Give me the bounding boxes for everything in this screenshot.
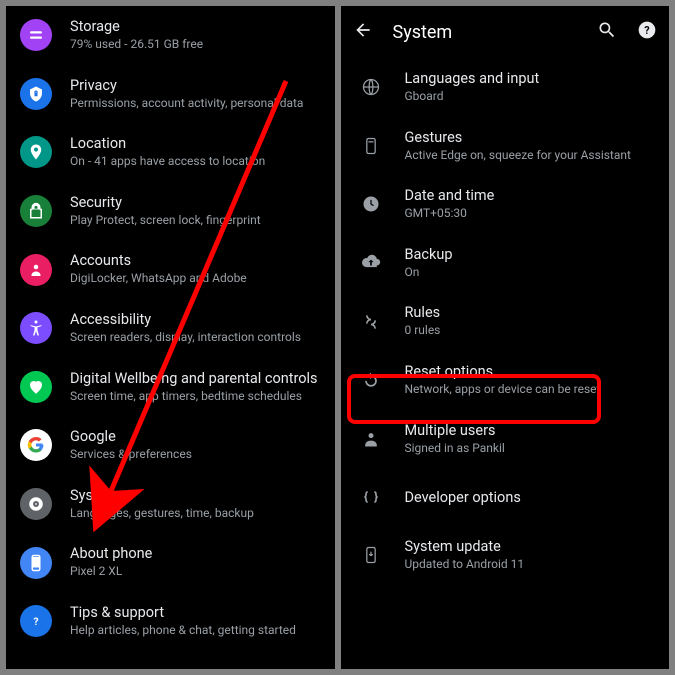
item-sub: Screen time, app timers, bedtime schedul… xyxy=(70,389,318,405)
backup-icon xyxy=(355,253,387,273)
item-title: About phone xyxy=(70,545,152,562)
settings-item-about[interactable]: About phone Pixel 2 XL xyxy=(6,533,335,592)
help-icon: ? xyxy=(20,605,52,637)
settings-item-privacy[interactable]: Privacy Permissions, account activity, p… xyxy=(6,65,335,124)
reset-icon xyxy=(355,370,387,390)
system-item-datetime[interactable]: Date and time GMT+05:30 xyxy=(341,175,670,234)
item-sub: Play Protect, screen lock, fingerprint xyxy=(70,213,261,229)
item-title: Accounts xyxy=(70,252,247,269)
item-sub: Updated to Android 11 xyxy=(405,557,525,573)
accounts-icon xyxy=(20,254,52,286)
item-title: Digital Wellbeing and parental controls xyxy=(70,370,318,387)
developer-icon xyxy=(355,487,387,507)
item-sub: 0 rules xyxy=(405,323,441,339)
clock-icon xyxy=(355,194,387,214)
item-title: Google xyxy=(70,428,192,445)
system-item-gestures[interactable]: Gestures Active Edge on, squeeze for you… xyxy=(341,117,670,176)
search-button[interactable] xyxy=(597,20,617,44)
language-icon xyxy=(355,77,387,97)
settings-item-tips[interactable]: ? Tips & support Help articles, phone & … xyxy=(6,592,335,651)
item-sub: Gboard xyxy=(405,89,540,105)
item-sub: 79% used - 26.51 GB free xyxy=(70,37,203,53)
item-title: Backup xyxy=(405,246,453,263)
back-button[interactable] xyxy=(353,20,373,44)
about-phone-icon xyxy=(20,547,52,579)
storage-icon xyxy=(20,19,52,51)
item-title: Location xyxy=(70,135,265,152)
item-title: Security xyxy=(70,194,261,211)
system-item-backup[interactable]: Backup On xyxy=(341,234,670,293)
item-sub: On - 41 apps have access to location xyxy=(70,154,265,170)
item-sub: Pixel 2 XL xyxy=(70,564,152,580)
item-sub: Services & preferences xyxy=(70,447,192,463)
location-icon xyxy=(20,136,52,168)
page-title: System xyxy=(393,22,453,43)
svg-text:?: ? xyxy=(33,615,38,628)
system-item-rules[interactable]: Rules 0 rules xyxy=(341,292,670,351)
item-sub: DigiLocker, WhatsApp and Adobe xyxy=(70,271,247,287)
item-title: Languages and input xyxy=(405,70,540,87)
system-item-reset[interactable]: Reset options Network, apps or device ca… xyxy=(341,351,670,410)
settings-item-storage[interactable]: Storage 79% used - 26.51 GB free xyxy=(6,6,335,65)
item-title: Rules xyxy=(405,304,441,321)
item-sub: Active Edge on, squeeze for your Assista… xyxy=(405,148,631,164)
rules-icon xyxy=(355,312,387,332)
item-title: Privacy xyxy=(70,77,303,94)
settings-item-security[interactable]: Security Play Protect, screen lock, fing… xyxy=(6,182,335,241)
system-panel: System ? Languages and input Gboard xyxy=(341,6,670,669)
item-sub: GMT+05:30 xyxy=(405,206,495,222)
svg-text:?: ? xyxy=(644,24,649,37)
item-title: Reset options xyxy=(405,363,601,380)
security-icon xyxy=(20,195,52,227)
settings-item-system[interactable]: System Languages, gestures, time, backup xyxy=(6,475,335,534)
system-icon xyxy=(20,488,52,520)
google-icon xyxy=(20,429,52,461)
system-item-developer[interactable]: Developer options xyxy=(341,468,670,526)
gestures-icon xyxy=(355,136,387,156)
system-item-update[interactable]: System update Updated to Android 11 xyxy=(341,526,670,585)
item-title: Developer options xyxy=(405,489,521,506)
item-title: System update xyxy=(405,538,525,555)
item-sub: Languages, gestures, time, backup xyxy=(70,506,254,522)
item-sub: Signed in as Pankil xyxy=(405,441,505,457)
item-title: System xyxy=(70,487,254,504)
help-button[interactable]: ? xyxy=(637,20,657,44)
settings-item-location[interactable]: Location On - 41 apps have access to loc… xyxy=(6,123,335,182)
update-icon xyxy=(355,545,387,565)
privacy-icon xyxy=(20,78,52,110)
settings-list-panel: Storage 79% used - 26.51 GB free Privacy… xyxy=(6,6,335,669)
item-sub: Permissions, account activity, personal … xyxy=(70,96,303,112)
item-sub: Network, apps or device can be reset xyxy=(405,382,601,398)
settings-item-wellbeing[interactable]: Digital Wellbeing and parental controls … xyxy=(6,358,335,417)
item-title: Multiple users xyxy=(405,422,505,439)
item-title: Gestures xyxy=(405,129,631,146)
settings-item-accessibility[interactable]: Accessibility Screen readers, display, i… xyxy=(6,299,335,358)
accessibility-icon xyxy=(20,312,52,344)
item-title: Accessibility xyxy=(70,311,301,328)
system-item-users[interactable]: Multiple users Signed in as Pankil xyxy=(341,410,670,469)
item-sub: On xyxy=(405,265,453,281)
item-title: Tips & support xyxy=(70,604,296,621)
item-sub: Screen readers, display, interaction con… xyxy=(70,330,301,346)
item-sub: Help articles, phone & chat, getting sta… xyxy=(70,623,296,639)
settings-item-google[interactable]: Google Services & preferences xyxy=(6,416,335,475)
system-item-languages[interactable]: Languages and input Gboard xyxy=(341,58,670,117)
user-icon xyxy=(355,429,387,449)
item-title: Date and time xyxy=(405,187,495,204)
wellbeing-icon xyxy=(20,371,52,403)
item-title: Storage xyxy=(70,18,203,35)
settings-item-accounts[interactable]: Accounts DigiLocker, WhatsApp and Adobe xyxy=(6,240,335,299)
